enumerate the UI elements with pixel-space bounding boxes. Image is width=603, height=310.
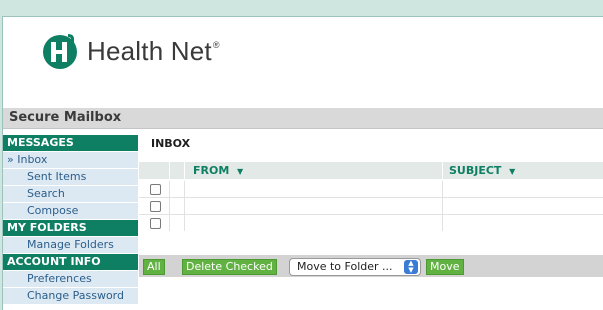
header-flag-cell (170, 162, 185, 179)
message-table-header: FROM ▼ SUBJECT ▼ (139, 162, 603, 179)
sidebar-item-search[interactable]: Search (3, 186, 138, 202)
select-stepper-icon: ▲ ▼ (404, 260, 418, 274)
sidebar: MESSAGES » Inbox Sent Items Search Compo… (3, 135, 138, 310)
row-checkbox[interactable] (150, 218, 161, 229)
select-all-button[interactable]: All (143, 259, 165, 275)
sort-arrow-icon: ▼ (509, 167, 516, 176)
header-divider (442, 162, 443, 179)
action-bar: All Delete Checked Move to Folder ... ▲ ▼… (139, 255, 603, 277)
table-row (139, 215, 603, 231)
cell-divider (442, 181, 443, 197)
cell-divider (169, 215, 170, 231)
health-net-logo-icon (43, 34, 77, 69)
cell-divider (169, 181, 170, 197)
brand-name: Health Net® (87, 35, 220, 66)
sidebar-item-sent-items[interactable]: Sent Items (3, 169, 138, 185)
cell-divider (442, 198, 443, 214)
row-checkbox[interactable] (150, 201, 161, 212)
cell-divider (184, 181, 185, 197)
cell-divider (184, 198, 185, 214)
table-row (139, 198, 603, 215)
sidebar-heading-messages: MESSAGES (3, 135, 138, 151)
sidebar-item-inbox[interactable]: » Inbox (3, 152, 138, 168)
message-list-panel: INBOX FROM ▼ SUBJECT ▼ (139, 135, 603, 310)
page-title-bar: Secure Mailbox (3, 108, 603, 129)
move-to-folder-select[interactable]: Move to Folder ... ▲ ▼ (289, 258, 421, 276)
cell-divider (184, 215, 185, 231)
row-checkbox[interactable] (150, 184, 161, 195)
page-frame: Health Net® Secure Mailbox MESSAGES » In… (2, 16, 603, 310)
sidebar-item-manage-folders[interactable]: Manage Folders (3, 237, 138, 253)
cell-divider (169, 198, 170, 214)
folder-title: INBOX (151, 137, 191, 150)
cell-divider (442, 215, 443, 231)
sidebar-item-change-password[interactable]: Change Password (3, 288, 138, 304)
sidebar-item-compose[interactable]: Compose (3, 203, 138, 219)
move-button[interactable]: Move (426, 259, 464, 275)
from-column-header[interactable]: FROM ▼ (193, 164, 243, 177)
page-title: Secure Mailbox (9, 110, 122, 125)
sort-arrow-icon: ▼ (236, 167, 244, 176)
health-net-logo: Health Net® (41, 31, 220, 71)
move-to-folder-value: Move to Folder ... (297, 260, 393, 273)
sidebar-heading-my-folders: MY FOLDERS (3, 220, 138, 236)
sidebar-item-preferences[interactable]: Preferences (3, 271, 138, 287)
header-select-cell (139, 162, 170, 179)
delete-checked-button[interactable]: Delete Checked (182, 259, 277, 275)
subject-column-header[interactable]: SUBJECT ▼ (449, 164, 515, 177)
sidebar-heading-account-info: ACCOUNT INFO (3, 254, 138, 270)
table-row (139, 181, 603, 198)
